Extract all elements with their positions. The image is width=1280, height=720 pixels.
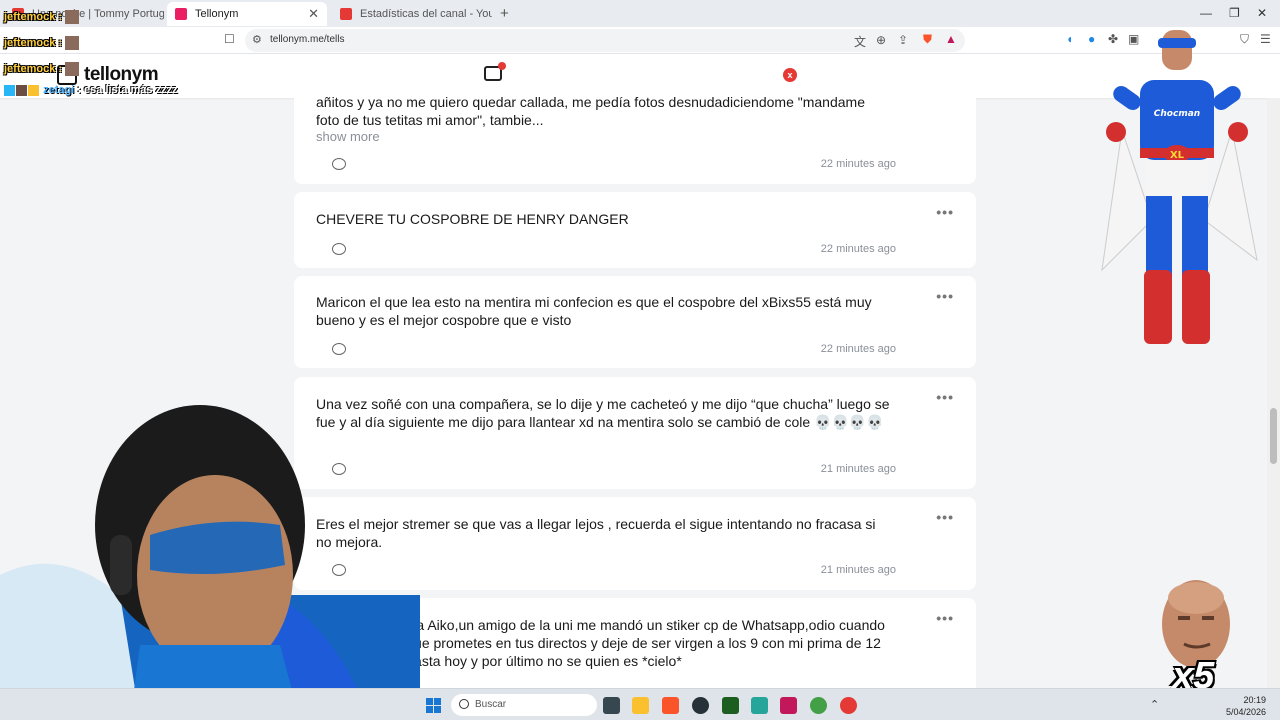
- obs-icon[interactable]: [692, 697, 709, 714]
- comment-icon[interactable]: [332, 343, 346, 355]
- scrollbar-thumb[interactable]: [1270, 408, 1277, 464]
- webcam-overlay: [0, 405, 420, 720]
- site-logo[interactable]: tellonym: [84, 64, 159, 86]
- hero-chest-label: Chocman: [1154, 109, 1200, 119]
- tell-time: 22 minutes ago: [820, 243, 896, 255]
- tell-time: 22 minutes ago: [820, 158, 896, 170]
- chat-username: jeftemock :: [4, 36, 80, 50]
- chat-user: zetagi: [43, 84, 75, 96]
- tab-tellonym[interactable]: Tellonym ✕: [167, 2, 327, 26]
- avatar: [65, 10, 80, 24]
- taskbar: Buscar ⌃ 20:19 5/04/2026: [0, 688, 1280, 720]
- more-options-icon[interactable]: •••: [936, 509, 954, 525]
- tell-time: 21 minutes ago: [820, 463, 896, 475]
- tell-time: 21 minutes ago: [820, 564, 896, 576]
- opera-icon[interactable]: [840, 697, 857, 714]
- site-info-icon[interactable]: ⚙: [252, 33, 262, 46]
- browser-toolbar: ☐ ⚙ tellonym.me/tells 文 ⊕ ⇪ ⛊ ▲ ◖ ● ✤ ▣ …: [0, 27, 1280, 54]
- close-tab-icon[interactable]: ✕: [308, 6, 319, 22]
- youtube-favicon-icon: [340, 8, 352, 20]
- chat-username: jeftemock :: [4, 10, 80, 24]
- show-more-link[interactable]: show more: [316, 129, 380, 144]
- windows-start-icon[interactable]: [426, 698, 441, 713]
- translate-icon[interactable]: 文: [854, 33, 866, 50]
- brave-browser-icon[interactable]: [662, 697, 679, 714]
- notification-dot: [498, 62, 506, 70]
- comment-icon[interactable]: [332, 158, 346, 170]
- tell-card: ••• CHEVERE TU COSPOBRE DE HENRY DANGER …: [294, 192, 976, 268]
- close-badge[interactable]: x: [783, 68, 797, 82]
- tab-title: Tellonym: [195, 8, 239, 20]
- badge-icon: [16, 84, 27, 96]
- rewards-app-icon[interactable]: [780, 697, 797, 714]
- badge-icon: [28, 84, 39, 96]
- browser-tab-strip: Una noche | Tommy Portugal (Le Tellonym …: [0, 0, 1280, 27]
- chat-message: zetagi : esa lista más zzzz: [4, 84, 178, 96]
- close-window-icon[interactable]: ✕: [1257, 6, 1267, 20]
- more-options-icon[interactable]: •••: [936, 389, 954, 405]
- url-text: tellonym.me/tells: [270, 34, 345, 45]
- clock-time: 20:19: [1243, 695, 1267, 705]
- chat-text: : esa lista más zzzz: [77, 84, 178, 96]
- comment-icon[interactable]: [332, 243, 346, 255]
- chat-username: jeftemock :: [4, 62, 80, 76]
- tell-text: Maricon el que lea esto na mentira mi co…: [316, 294, 872, 328]
- tell-text: añitos y ya no me quiero quedar callada,…: [316, 94, 865, 128]
- brave-rewards-icon[interactable]: ▲: [945, 32, 957, 46]
- page-scrollbar[interactable]: [1267, 98, 1280, 688]
- taskbar-search[interactable]: Buscar: [451, 694, 597, 716]
- tell-text: CHEVERE TU COSPOBRE DE HENRY DANGER: [316, 211, 629, 227]
- audio-icon[interactable]: ◖: [1066, 32, 1073, 46]
- hero-emblem: XL: [1170, 150, 1185, 161]
- search-label: Buscar: [475, 699, 507, 710]
- zoom-icon[interactable]: ⊕: [876, 33, 886, 47]
- brave-shields-icon[interactable]: ⛊: [923, 32, 932, 47]
- minimize-icon[interactable]: —: [1200, 6, 1212, 20]
- tab-title: Estadísticas del canal - YouTube Studi: [360, 8, 492, 20]
- tell-card: ••• Maricon el que lea esto na mentira m…: [294, 276, 976, 368]
- task-view-icon[interactable]: [603, 697, 620, 714]
- superhero-sticker: XL Chocman: [1101, 30, 1258, 344]
- clock-date: 5/04/2026: [1226, 707, 1267, 717]
- more-options-icon[interactable]: •••: [936, 288, 954, 304]
- new-tab-icon[interactable]: +: [500, 5, 509, 22]
- terminal-icon[interactable]: [722, 697, 739, 714]
- badge-icon: [4, 84, 15, 96]
- search-icon: [459, 699, 469, 709]
- tell-card: añitos y ya no me quiero quedar callada,…: [294, 88, 976, 184]
- share-icon[interactable]: ⇪: [898, 33, 908, 47]
- avatar: [65, 36, 80, 50]
- notes-app-icon[interactable]: [751, 697, 768, 714]
- taskbar-clock[interactable]: 20:19 5/04/2026: [1226, 694, 1266, 718]
- bookmark-icon[interactable]: ☐: [224, 32, 235, 46]
- tell-time: 22 minutes ago: [820, 343, 896, 355]
- tab-youtube-studio[interactable]: Estadísticas del canal - YouTube Studi: [332, 2, 492, 26]
- more-options-icon[interactable]: •••: [936, 610, 954, 626]
- file-explorer-icon[interactable]: [632, 697, 649, 714]
- more-options-icon[interactable]: •••: [936, 204, 954, 220]
- maximize-icon[interactable]: ❐: [1229, 6, 1240, 20]
- tray-chevron-icon[interactable]: ⌃: [1150, 698, 1159, 711]
- whatsapp-icon[interactable]: [810, 697, 827, 714]
- tellonym-favicon-icon: [175, 8, 187, 20]
- avatar: [65, 62, 80, 76]
- address-bar[interactable]: ⚙ tellonym.me/tells 文 ⊕ ⇪ ⛊ ▲: [245, 29, 965, 52]
